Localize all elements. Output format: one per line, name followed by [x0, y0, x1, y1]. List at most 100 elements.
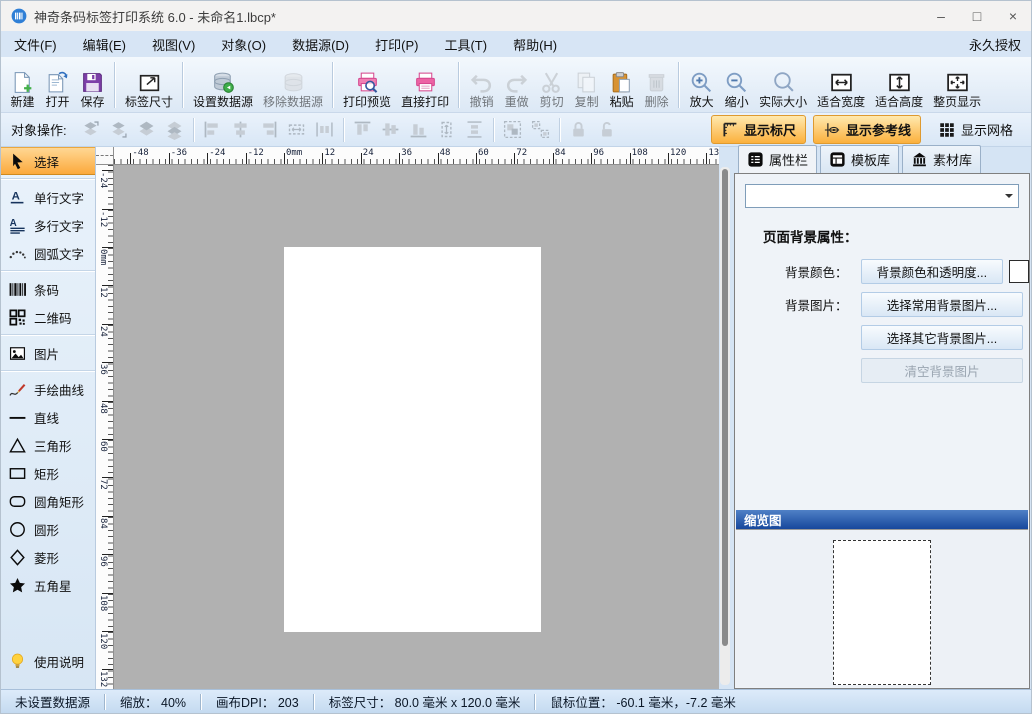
toggle-show-ruler[interactable]: 显示标尺: [711, 115, 806, 144]
tool-circle[interactable]: 圆形: [1, 515, 95, 543]
align-left-button[interactable]: [199, 117, 227, 143]
minimize-button[interactable]: –: [923, 1, 959, 31]
ruler-major-tick: [207, 153, 208, 164]
tab-properties[interactable]: 属性栏: [738, 145, 817, 173]
redo-icon: [504, 70, 529, 95]
sidebar-spacer: [1, 599, 95, 647]
menu-item-2[interactable]: 视图(V): [139, 31, 208, 57]
ruler-major-tick: [102, 631, 113, 632]
toolbar-separator: [332, 62, 334, 108]
help-label: 使用说明: [34, 652, 84, 671]
sidebar-separator: [1, 334, 95, 336]
ruler-label: 84: [98, 518, 108, 529]
menu-item-5[interactable]: 打印(P): [362, 31, 431, 57]
unlock-button[interactable]: [593, 117, 621, 143]
template-icon: [829, 151, 846, 168]
right-panel: 属性栏模板库素材库 页面背景属性： 背景颜色：背景颜色和透明度...背景图片：选…: [734, 147, 1030, 689]
chevron-down-icon[interactable]: [1000, 186, 1017, 206]
new-doc-icon: [10, 70, 35, 95]
align-right-button[interactable]: [255, 117, 283, 143]
fit-width-button[interactable]: 适合宽度: [812, 58, 870, 112]
tool-multi-text[interactable]: A多行文字: [1, 211, 95, 239]
save-button[interactable]: 保存: [75, 58, 110, 112]
redo-button[interactable]: 重做: [499, 58, 534, 112]
print-preview-button[interactable]: 打印预览: [338, 58, 396, 112]
toggle-show-grid[interactable]: 显示网格: [928, 115, 1023, 144]
actual-size-button[interactable]: 实际大小: [754, 58, 812, 112]
panel-button-2[interactable]: 选择其它背景图片...: [861, 325, 1023, 350]
tool-rect[interactable]: 矩形: [1, 459, 95, 487]
maximize-button[interactable]: □: [959, 1, 995, 31]
align-top-button[interactable]: [349, 117, 377, 143]
toggle-show-guideline[interactable]: 显示参考线: [813, 115, 921, 144]
tool-triangle[interactable]: 三角形: [1, 431, 95, 459]
menu-item-6[interactable]: 工具(T): [431, 31, 500, 57]
distribute-v-button[interactable]: [461, 117, 489, 143]
tab-material[interactable]: 素材库: [902, 145, 981, 173]
direct-print-button[interactable]: 直接打印: [396, 58, 454, 112]
menu-item-3[interactable]: 对象(O): [208, 31, 279, 57]
group-button[interactable]: [499, 117, 527, 143]
background-color-swatch[interactable]: [1009, 260, 1029, 283]
tab-template[interactable]: 模板库: [820, 145, 899, 173]
panel-tabs: 属性栏模板库素材库: [734, 147, 1030, 173]
undo-button[interactable]: 撤销: [464, 58, 499, 112]
scrollbar-thumb[interactable]: [722, 169, 728, 646]
send-backward-button[interactable]: [161, 117, 189, 143]
label-page[interactable]: [284, 247, 541, 632]
lock-button[interactable]: [565, 117, 593, 143]
label-size-button[interactable]: 标签尺寸: [120, 58, 178, 112]
panel-button-1[interactable]: 选择常用背景图片...: [861, 292, 1023, 317]
distribute-h-button[interactable]: [311, 117, 339, 143]
tool-label: 选择: [34, 152, 59, 171]
bring-forward-button[interactable]: [133, 117, 161, 143]
align-bottom-button[interactable]: [405, 117, 433, 143]
ruler-label: 60: [98, 441, 108, 452]
open-doc-button[interactable]: 打开: [40, 58, 75, 112]
delete-button[interactable]: 删除: [639, 58, 674, 112]
tool-select-arrow[interactable]: 选择: [1, 147, 95, 175]
send-to-back-button[interactable]: [105, 117, 133, 143]
close-button[interactable]: ×: [995, 1, 1031, 31]
bring-to-front-button[interactable]: [77, 117, 105, 143]
design-canvas[interactable]: [114, 165, 719, 689]
menu-item-1[interactable]: 编辑(E): [70, 31, 139, 57]
tool-pencil[interactable]: 手绘曲线: [1, 375, 95, 403]
tool-label: 二维码: [34, 308, 72, 327]
paste-button[interactable]: 粘贴: [604, 58, 639, 112]
label-size-icon: [137, 70, 162, 95]
menu-item-7[interactable]: 帮助(H): [500, 31, 570, 57]
zoom-out-button[interactable]: 缩小: [719, 58, 754, 112]
fit-height-button[interactable]: 适合高度: [870, 58, 928, 112]
tool-rounded-rect[interactable]: 圆角矩形: [1, 487, 95, 515]
ungroup-button[interactable]: [527, 117, 555, 143]
align-middle-button[interactable]: [377, 117, 405, 143]
app-icon: [11, 8, 27, 24]
zoom-in-button[interactable]: 放大: [684, 58, 719, 112]
tool-diamond[interactable]: 菱形: [1, 543, 95, 571]
fit-page-button[interactable]: 整页显示: [928, 58, 986, 112]
set-datasource-button[interactable]: 设置数据源: [188, 58, 258, 112]
same-width-button[interactable]: [283, 117, 311, 143]
tool-picture[interactable]: 图片: [1, 339, 95, 367]
object-selector-combobox[interactable]: [745, 184, 1019, 208]
copy-button[interactable]: 复制: [569, 58, 604, 112]
menu-bar: 文件(F)编辑(E)视图(V)对象(O)数据源(D)打印(P)工具(T)帮助(H…: [1, 31, 1031, 57]
panel-button-0[interactable]: 背景颜色和透明度...: [861, 259, 1003, 284]
menu-item-0[interactable]: 文件(F): [1, 31, 70, 57]
align-center-h-button[interactable]: [227, 117, 255, 143]
remove-datasource-button[interactable]: 移除数据源: [258, 58, 328, 112]
cut-button[interactable]: 剪切: [534, 58, 569, 112]
tool-single-text[interactable]: A单行文字: [1, 183, 95, 211]
tool-line[interactable]: 直线: [1, 403, 95, 431]
new-doc-button[interactable]: 新建: [5, 58, 40, 112]
tool-star[interactable]: 五角星: [1, 571, 95, 599]
tool-arc-text[interactable]: 圆弧文字: [1, 239, 95, 267]
menu-item-4[interactable]: 数据源(D): [279, 31, 362, 57]
same-height-button[interactable]: [433, 117, 461, 143]
tool-barcode[interactable]: 条码: [1, 275, 95, 303]
help-button[interactable]: 使用说明: [1, 647, 95, 675]
ruler-major-tick: [102, 401, 113, 402]
vertical-scrollbar[interactable]: [720, 167, 730, 685]
tool-qrcode[interactable]: 二维码: [1, 303, 95, 331]
